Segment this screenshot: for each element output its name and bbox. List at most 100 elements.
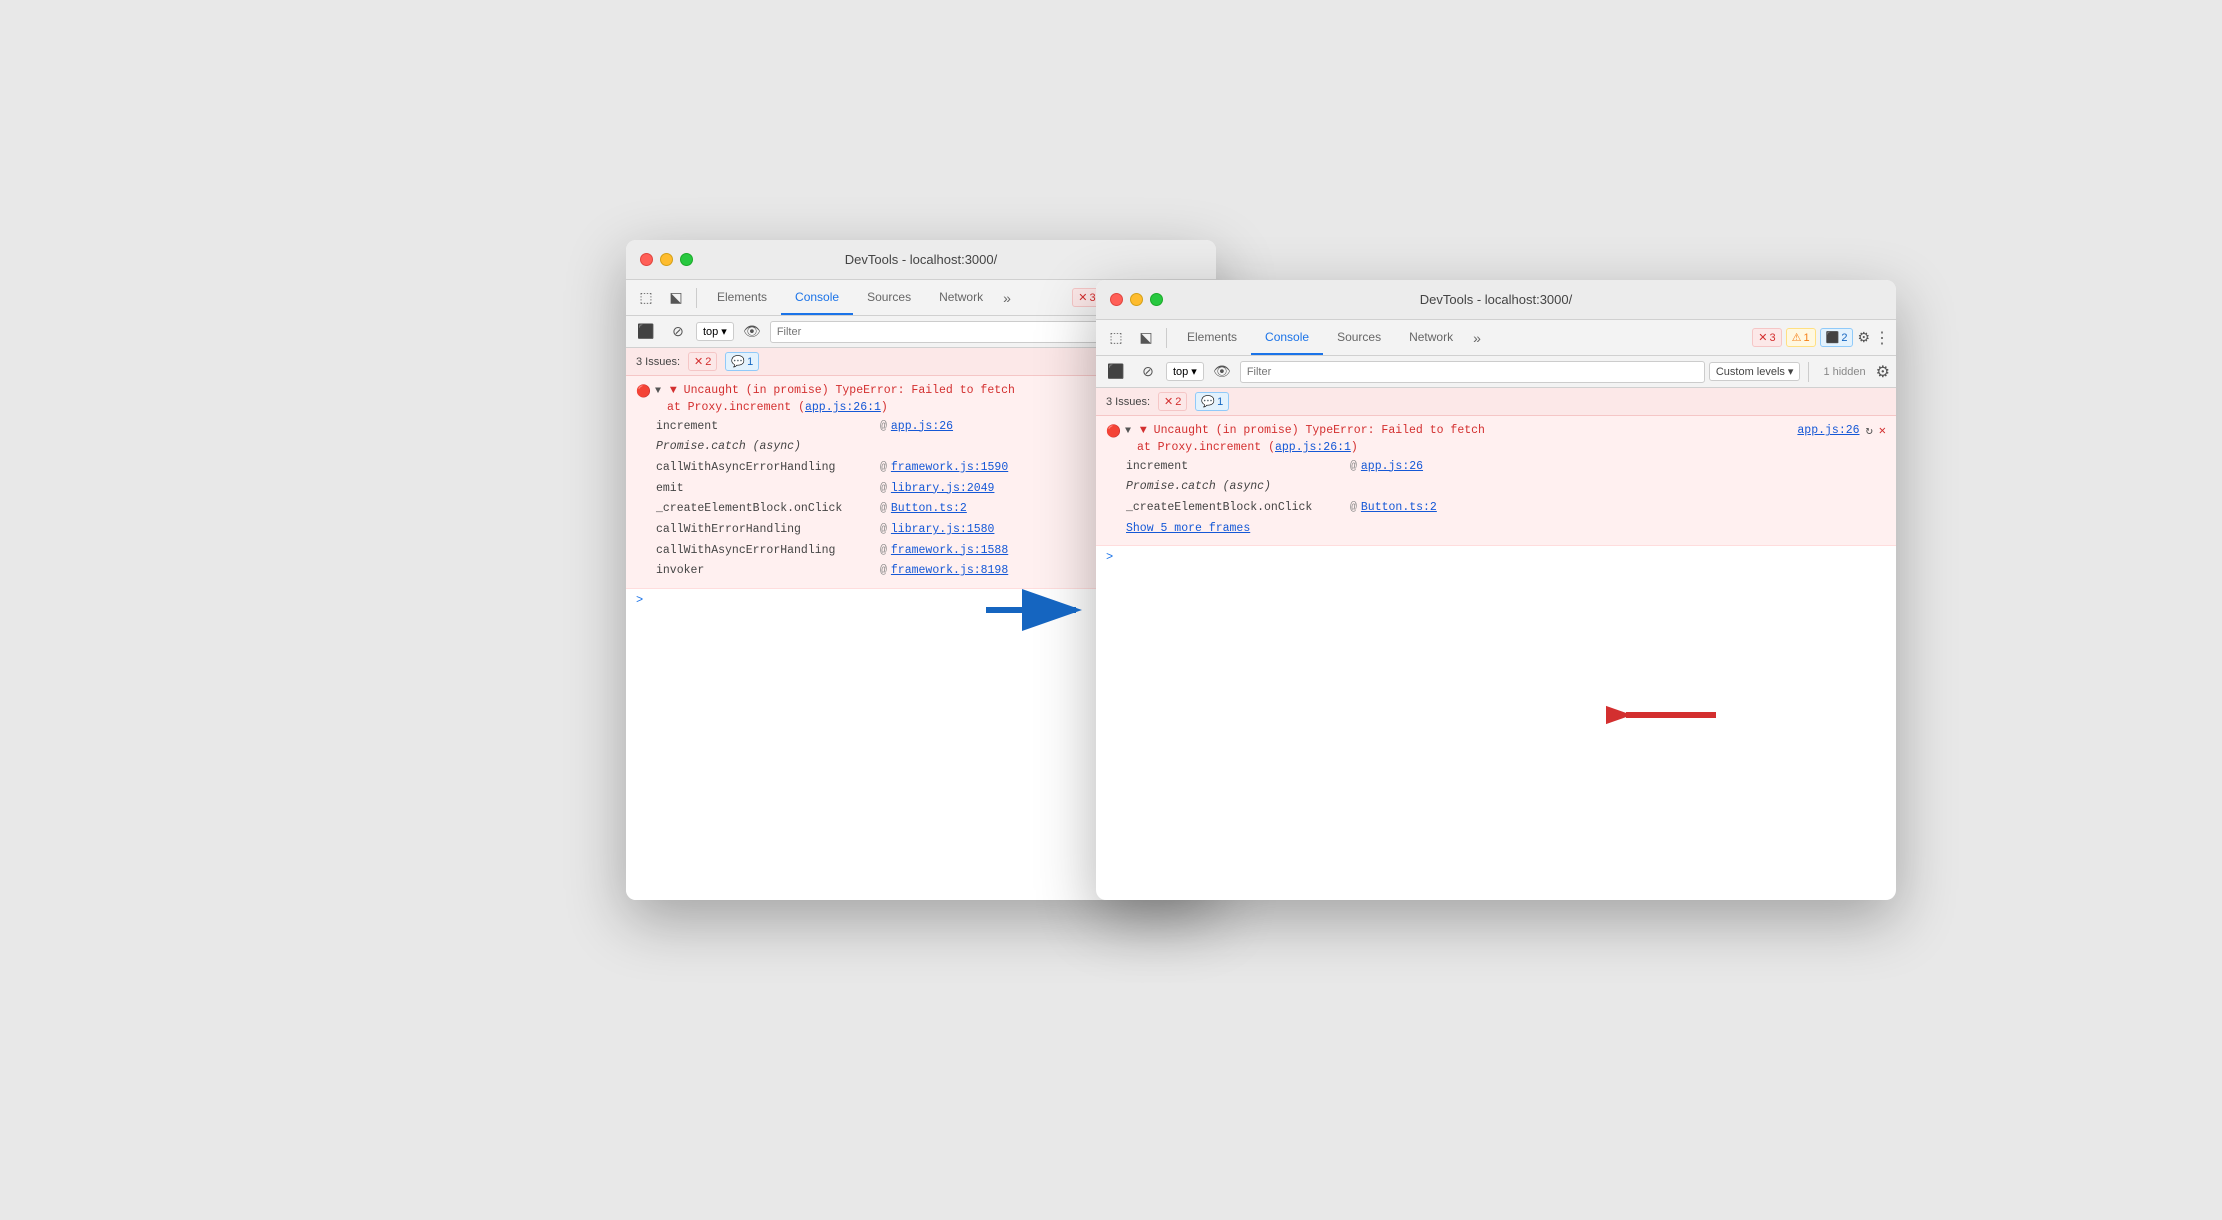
stack-link-7[interactable]: framework.js:8198 bbox=[891, 561, 1008, 582]
issues-info-badge[interactable]: 💬 1 bbox=[725, 352, 759, 371]
error-circle-icon-front: 🔴 bbox=[1106, 423, 1121, 441]
stack-trace-front: increment @ app.js:26 Promise.catch (asy… bbox=[1106, 457, 1886, 540]
cursor-icon-front[interactable]: ⬚ bbox=[1102, 324, 1130, 352]
stack-func-front-2: _createElementBlock.onClick bbox=[1126, 498, 1346, 519]
refresh-icon[interactable]: ↻ bbox=[1866, 422, 1873, 440]
maximize-button-front[interactable] bbox=[1150, 293, 1163, 306]
maximize-button[interactable] bbox=[680, 253, 693, 266]
close-x-icon[interactable]: ✕ bbox=[1879, 422, 1886, 440]
console-content-front: 🔴 ▼ ▼ Uncaught (in promise) TypeError: F… bbox=[1096, 416, 1896, 888]
issues-info-count: 1 bbox=[747, 356, 753, 368]
issues-info-badge-front[interactable]: 💬 1 bbox=[1195, 392, 1229, 411]
console-toolbar-front: ⬛ ⊘ top ▾ 👁 Custom levels ▾ 1 hidden ⚙ bbox=[1096, 356, 1896, 388]
top-selector[interactable]: top ▾ bbox=[696, 322, 734, 341]
issues-error-badge[interactable]: ✕ 2 bbox=[688, 352, 717, 371]
stack-link-front-0[interactable]: app.js:26 bbox=[1361, 457, 1423, 478]
tab-network[interactable]: Network bbox=[925, 280, 997, 315]
traffic-lights-front bbox=[1096, 293, 1163, 306]
toolbar-right-front: ✕ 3 ⚠ 1 ⬛ 2 ⚙ ⋮ bbox=[1752, 328, 1890, 348]
stack-line-front-2: _createElementBlock.onClick @ Button.ts:… bbox=[1126, 498, 1886, 519]
issues-error-icon-front: ✕ bbox=[1164, 395, 1173, 408]
error-count-badge-front[interactable]: ✕ 3 bbox=[1752, 328, 1781, 347]
issues-info-icon-front: 💬 bbox=[1201, 395, 1215, 408]
info-icon-front: ⬛ bbox=[1826, 331, 1840, 344]
no-icon-front[interactable]: ⊘ bbox=[1134, 358, 1162, 386]
show-more-frames-link[interactable]: Show 5 more frames bbox=[1126, 519, 1250, 540]
error-sub-suffix-front: ) bbox=[1351, 441, 1358, 454]
expand-arrow-front[interactable]: ▼ bbox=[1125, 426, 1131, 437]
error-header-right: app.js:26 ↻ ✕ bbox=[1797, 422, 1886, 440]
layers-icon-front[interactable]: ⬕ bbox=[1132, 324, 1160, 352]
stack-at-4: @ bbox=[880, 499, 887, 520]
minimize-button-front[interactable] bbox=[1130, 293, 1143, 306]
tab-elements[interactable]: Elements bbox=[703, 280, 781, 315]
stack-line-front-3: Show 5 more frames bbox=[1126, 519, 1886, 540]
error-entry-front: 🔴 ▼ ▼ Uncaught (in promise) TypeError: F… bbox=[1096, 416, 1896, 546]
divider-front-2 bbox=[1808, 362, 1809, 382]
info-badge-front[interactable]: ⬛ 2 bbox=[1820, 328, 1854, 347]
tab-console-front[interactable]: Console bbox=[1251, 320, 1323, 355]
stack-link-0[interactable]: app.js:26 bbox=[891, 417, 953, 438]
stack-link-6[interactable]: framework.js:1588 bbox=[891, 541, 1008, 562]
issues-error-count-front: 2 bbox=[1175, 396, 1181, 408]
issues-error-badge-front[interactable]: ✕ 2 bbox=[1158, 392, 1187, 411]
tab-console[interactable]: Console bbox=[781, 280, 853, 315]
prompt-chevron: > bbox=[636, 593, 643, 607]
stack-link-front-2[interactable]: Button.ts:2 bbox=[1361, 498, 1437, 519]
issues-bar-front: 3 Issues: ✕ 2 💬 1 bbox=[1096, 388, 1896, 416]
stack-link-3[interactable]: library.js:2049 bbox=[891, 479, 995, 500]
close-button[interactable] bbox=[640, 253, 653, 266]
error-main-text: ▼ Uncaught (in promise) TypeError: Faile… bbox=[670, 384, 1015, 397]
tab-bar-front: Elements Console Sources Network » bbox=[1173, 320, 1750, 355]
expand-arrow[interactable]: ▼ bbox=[655, 386, 661, 397]
eye-icon-front[interactable]: 👁 bbox=[1208, 358, 1236, 386]
minimize-button[interactable] bbox=[660, 253, 673, 266]
more-tabs-button[interactable]: » bbox=[997, 290, 1017, 306]
settings-icon-front[interactable]: ⚙ bbox=[1857, 329, 1870, 346]
block-icon-front[interactable]: ⬛ bbox=[1102, 358, 1130, 386]
eye-icon[interactable]: 👁 bbox=[738, 318, 766, 346]
stack-link-4[interactable]: Button.ts:2 bbox=[891, 499, 967, 520]
tab-sources-front[interactable]: Sources bbox=[1323, 320, 1395, 355]
error-sub-text-2: ) bbox=[881, 401, 888, 414]
stack-func-1: Promise.catch (async) bbox=[656, 437, 876, 458]
close-button-front[interactable] bbox=[1110, 293, 1123, 306]
no-icon[interactable]: ⊘ bbox=[664, 318, 692, 346]
custom-levels-chevron: ▾ bbox=[1788, 365, 1794, 378]
error-sub-link-front[interactable]: app.js:26:1 bbox=[1275, 441, 1351, 454]
console-prompt-front[interactable]: > bbox=[1096, 546, 1896, 568]
cursor-icon[interactable]: ⬚ bbox=[632, 284, 660, 312]
stack-line-front-1: Promise.catch (async) bbox=[1126, 477, 1886, 498]
error-main-line: ▼ ▼ Uncaught (in promise) TypeError: Fai… bbox=[655, 382, 1015, 399]
top-label: top bbox=[703, 326, 718, 338]
kebab-menu-front[interactable]: ⋮ bbox=[1874, 328, 1890, 348]
tab-sources[interactable]: Sources bbox=[853, 280, 925, 315]
stack-at-6: @ bbox=[880, 541, 887, 562]
tab-bar-behind: Elements Console Sources Network » bbox=[703, 280, 1070, 315]
stack-link-5[interactable]: library.js:1580 bbox=[891, 520, 995, 541]
error-icon: ✕ bbox=[1078, 291, 1087, 304]
issues-info-icon: 💬 bbox=[731, 355, 745, 368]
stack-at-0: @ bbox=[880, 417, 887, 438]
more-tabs-front[interactable]: » bbox=[1467, 330, 1487, 346]
error-sub-link[interactable]: app.js:26:1 bbox=[805, 401, 881, 414]
prompt-chevron-front: > bbox=[1106, 550, 1113, 564]
stack-func-6: callWithAsyncErrorHandling bbox=[656, 541, 876, 562]
top-label-front: top bbox=[1173, 366, 1188, 378]
block-icon[interactable]: ⬛ bbox=[632, 318, 660, 346]
blue-arrow bbox=[976, 580, 1096, 640]
error-count-front: 3 bbox=[1769, 332, 1775, 344]
warning-badge-front[interactable]: ⚠ 1 bbox=[1786, 328, 1816, 347]
error-file-link[interactable]: app.js:26 bbox=[1797, 422, 1859, 439]
layers-icon[interactable]: ⬕ bbox=[662, 284, 690, 312]
tab-elements-front[interactable]: Elements bbox=[1173, 320, 1251, 355]
custom-levels-button[interactable]: Custom levels ▾ bbox=[1709, 362, 1801, 381]
stack-at-3: @ bbox=[880, 479, 887, 500]
window-title-front: DevTools - localhost:3000/ bbox=[1420, 292, 1572, 307]
top-selector-front[interactable]: top ▾ bbox=[1166, 362, 1204, 381]
stack-func-5: callWithErrorHandling bbox=[656, 520, 876, 541]
filter-input-front[interactable] bbox=[1240, 361, 1705, 383]
tab-network-front[interactable]: Network bbox=[1395, 320, 1467, 355]
gear-btn[interactable]: ⚙ bbox=[1876, 362, 1890, 382]
stack-link-2[interactable]: framework.js:1590 bbox=[891, 458, 1008, 479]
